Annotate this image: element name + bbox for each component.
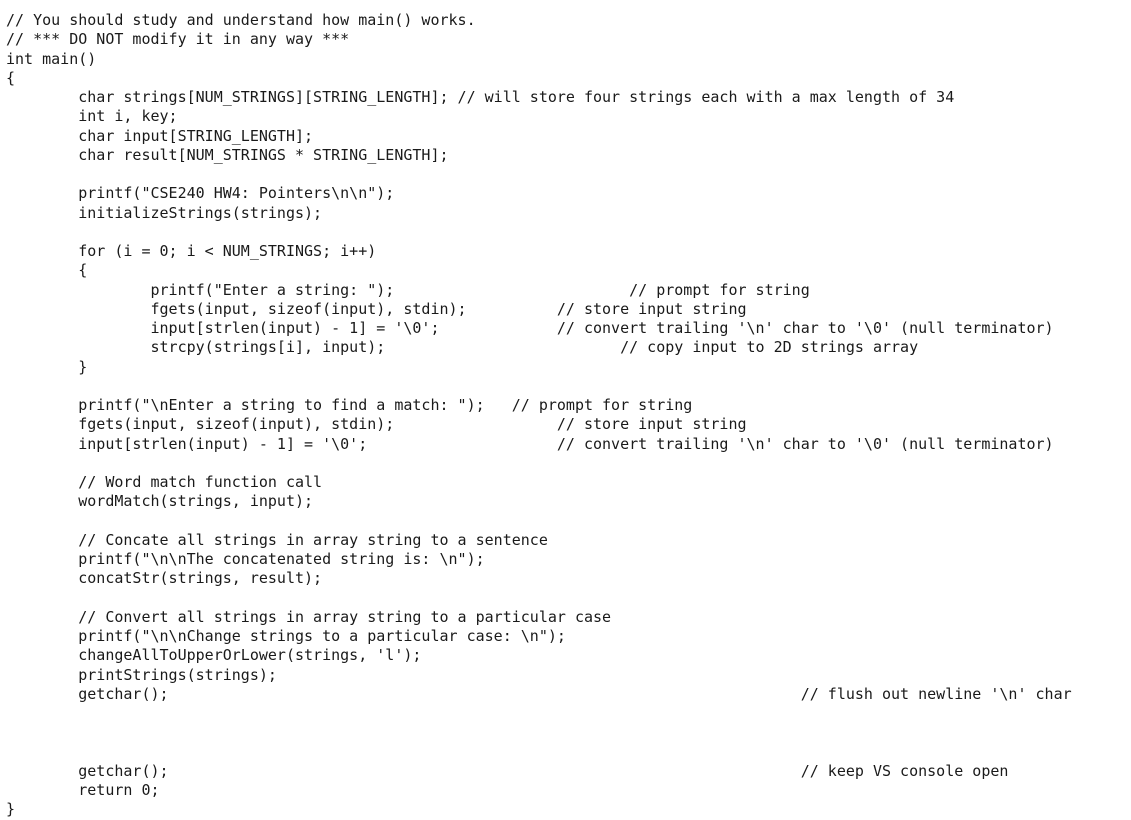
code-line: changeAllToUpperOrLower(strings, 'l'); [6,646,422,665]
code-line: // Convert all strings in array string t… [6,607,612,626]
code-listing: // You should study and understand how m… [6,11,1072,820]
code-line: printf("CSE240 HW4: Pointers\n\n"); [6,184,395,203]
code-line: } [6,800,16,819]
code-line: int i, key; [6,107,178,126]
code-line: // You should study and understand how m… [6,11,476,29]
code-line: concatStr(strings, result); [6,569,323,588]
code-line: printStrings(strings); [6,665,277,684]
code-line: printf("\n\nChange strings to a particul… [6,627,566,645]
code-line: return 0; [6,781,160,799]
code-line: // Concate all strings in array string t… [6,530,548,549]
code-line: fgets(input, sizeof(input), stdin); // s… [6,299,747,318]
code-line: getchar(); // keep VS console open [6,761,1009,780]
code-line: char input[STRING_LENGTH]; [6,126,314,145]
code-line: getchar(); // flush out newline '\n' cha… [6,684,1072,703]
code-line: input[strlen(input) - 1] = '\0'; // conv… [6,319,1054,337]
code-line: // *** DO NOT modify it in any way *** [6,30,350,49]
code-line: int main() [6,49,97,68]
code-line: // Word match function call [6,473,323,491]
code-line: printf("Enter a string: "); // prompt fo… [6,280,810,299]
code-line: fgets(input, sizeof(input), stdin); // s… [6,415,747,434]
code-line: input[strlen(input) - 1] = '\0'; // conv… [6,434,1054,453]
code-line: { [6,261,88,280]
code-editor-view: // You should study and understand how m… [0,0,1131,818]
code-line: strcpy(strings[i], input); // copy input… [6,338,919,357]
code-line: for (i = 0; i < NUM_STRINGS; i++) [6,242,377,260]
code-line: printf("\n\nThe concatenated string is: … [6,550,485,568]
code-line: initializeStrings(strings); [6,203,323,222]
code-line: wordMatch(strings, input); [6,492,314,511]
code-line: char result[NUM_STRINGS * STRING_LENGTH]… [6,145,449,164]
code-line: printf("\nEnter a string to find a match… [6,396,693,414]
code-line: { [6,68,16,87]
code-line: char strings[NUM_STRINGS][STRING_LENGTH]… [6,88,955,106]
code-line: } [6,357,88,376]
